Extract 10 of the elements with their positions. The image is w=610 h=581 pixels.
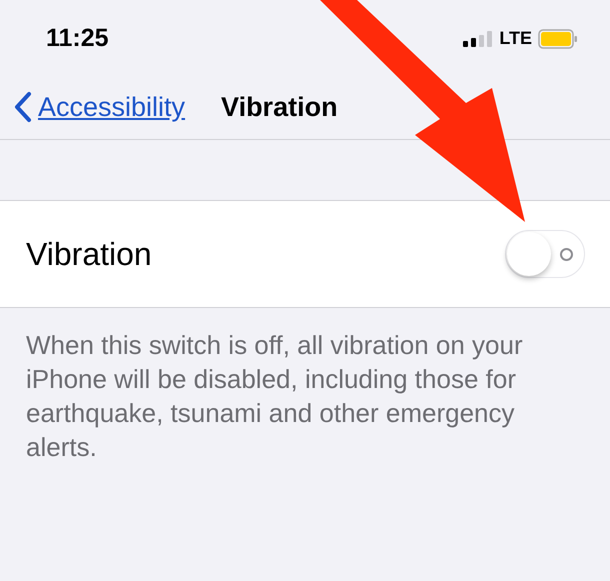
battery-icon [538, 28, 578, 48]
chevron-left-icon [14, 91, 32, 123]
network-label: LTE [499, 27, 532, 50]
setting-label: Vibration [26, 235, 152, 274]
back-link[interactable]: Accessibility [14, 86, 186, 128]
toggle-switch[interactable] [505, 230, 585, 278]
page-title: Vibration [221, 90, 338, 124]
footer-description: When this switch is off, all vibration on your iPhone will be disabled, including those for earthquake, tsunami and other emergency alerts. [25, 329, 524, 464]
status-time: 11:25 [46, 22, 109, 54]
signal-icon [463, 30, 494, 46]
